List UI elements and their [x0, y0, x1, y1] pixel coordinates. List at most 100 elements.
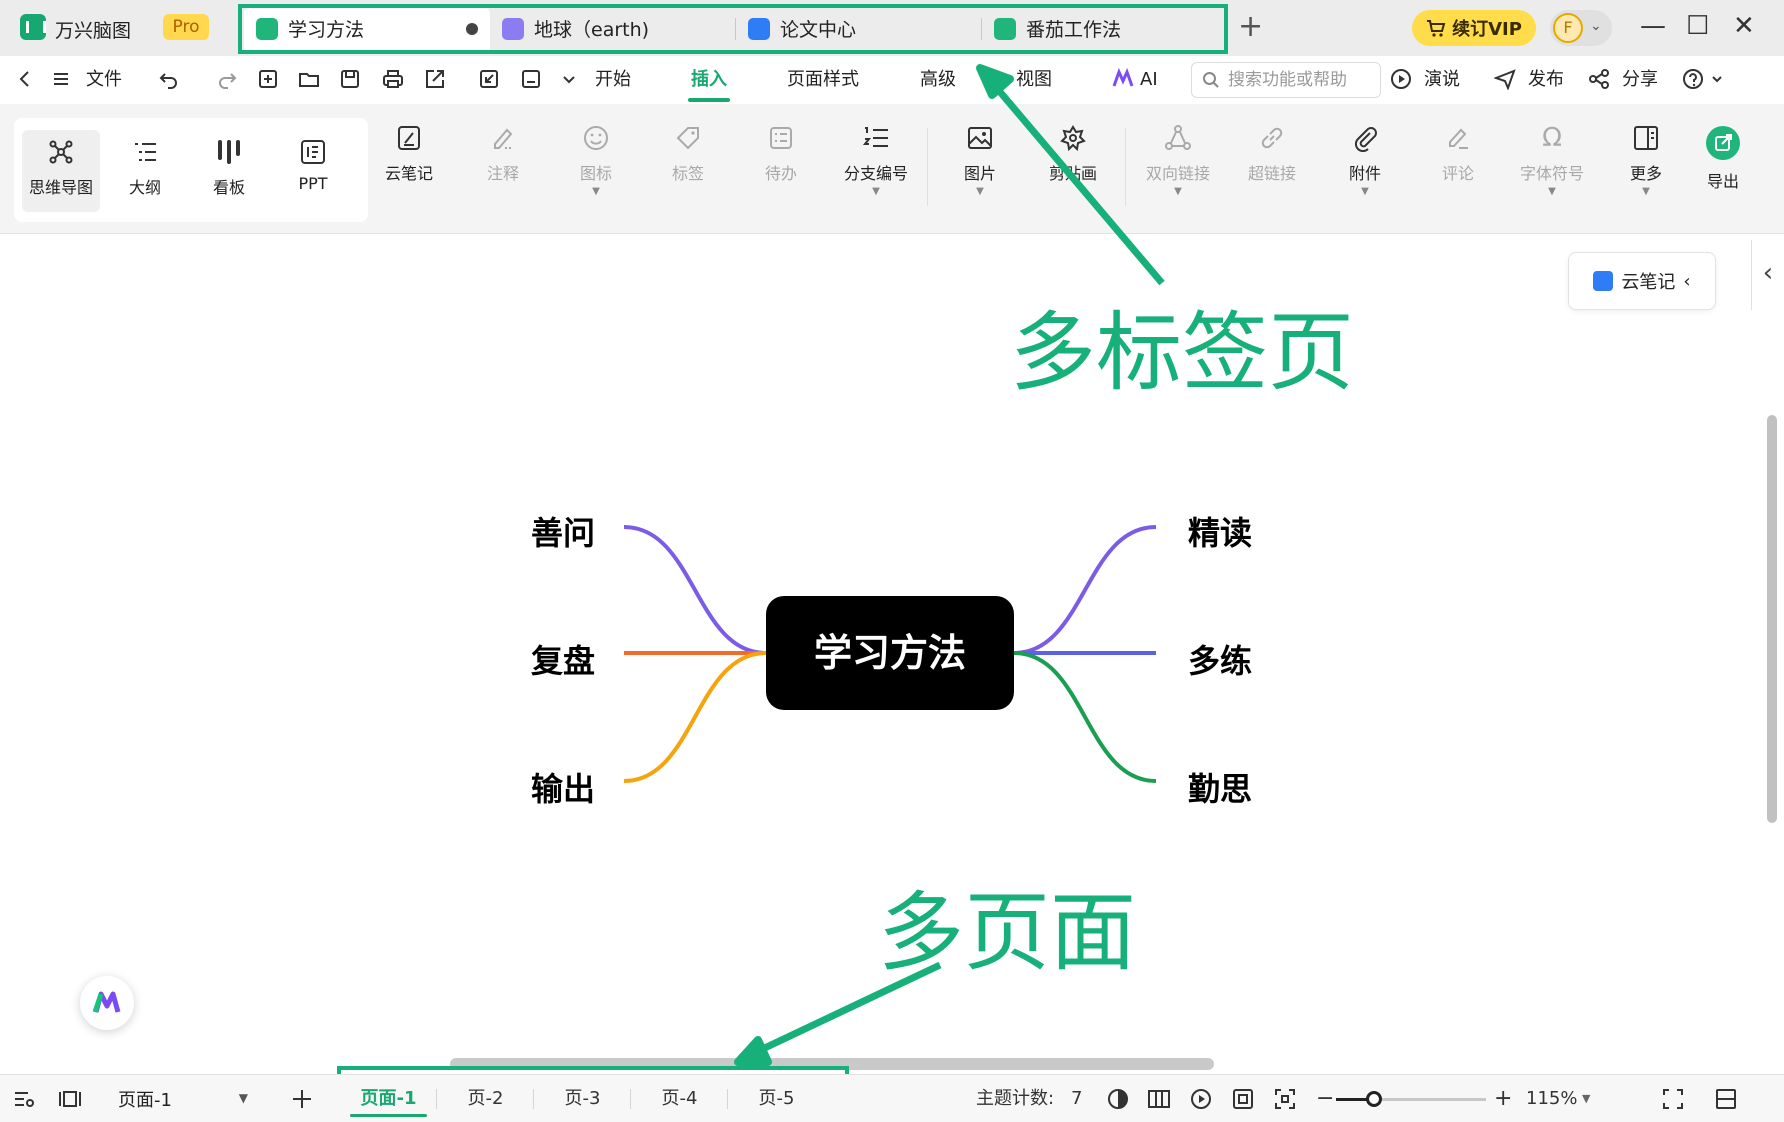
cloud-note-button[interactable]: 云笔记	[370, 124, 448, 184]
menu-icon[interactable]	[50, 68, 72, 90]
open-folder-icon[interactable]	[298, 68, 320, 90]
page-list-icon[interactable]	[12, 1087, 36, 1111]
ai-button[interactable]: AI	[1140, 56, 1158, 104]
play-circle-icon[interactable]	[1390, 68, 1412, 90]
pro-badge[interactable]: Pro	[163, 14, 209, 40]
renew-vip-button[interactable]: 续订VIP	[1412, 10, 1536, 46]
hyperlink-button[interactable]: 超链接	[1233, 124, 1311, 184]
zoom-slider-handle[interactable]	[1365, 1091, 1382, 1107]
doc-tab-2[interactable]: 地球（earth)	[490, 6, 736, 51]
ai-assistant-button[interactable]	[80, 976, 134, 1030]
redo-icon[interactable]	[216, 68, 238, 90]
theme-icon[interactable]	[1106, 1087, 1130, 1111]
chevron-down-icon[interactable]	[1706, 68, 1728, 90]
central-topic[interactable]: 学习方法	[766, 596, 1014, 710]
ai-logo-icon[interactable]	[1112, 67, 1134, 90]
zoom-in-icon[interactable]: +	[1494, 1075, 1512, 1122]
send-icon[interactable]	[1493, 68, 1516, 91]
back-icon[interactable]	[14, 68, 36, 90]
tab-advanced[interactable]: 高级	[920, 56, 956, 104]
subtopic-right-1[interactable]: 精读	[1188, 508, 1252, 554]
print-icon[interactable]	[382, 68, 404, 90]
close-icon[interactable]: ✕	[1733, 10, 1755, 42]
ai-logo-icon	[92, 991, 121, 1013]
subtopic-left-3[interactable]: 输出	[531, 764, 595, 810]
page-panel-icon[interactable]	[58, 1087, 82, 1111]
side-panel-toggle-icon[interactable]: ‹	[1751, 240, 1784, 310]
subtopic-right-3[interactable]: 勤思	[1188, 764, 1252, 810]
tag-button[interactable]: 标签	[649, 124, 727, 184]
share-icon[interactable]	[1588, 68, 1610, 90]
doc-tab-4[interactable]: 番茄工作法	[982, 6, 1228, 51]
more-chevron-icon[interactable]	[558, 68, 580, 90]
export-button[interactable]: 导出	[1684, 126, 1762, 192]
branch-numbering-button[interactable]: 分支编号 ▼	[836, 124, 916, 197]
comment-icon	[1444, 124, 1472, 152]
doc-tab-label: 地球（earth)	[534, 19, 650, 41]
image-button[interactable]: 图片 ▼	[941, 124, 1019, 197]
view-kanban-button[interactable]: 看板	[190, 130, 268, 212]
slideshow-icon[interactable]	[1189, 1087, 1213, 1111]
attachment-button[interactable]: 附件 ▼	[1326, 124, 1404, 197]
todo-button[interactable]: 待办	[742, 124, 820, 184]
new-tab-plus-icon[interactable]: +	[1238, 12, 1263, 42]
undo-icon[interactable]	[158, 68, 180, 90]
view-ppt-button[interactable]: PPT	[274, 130, 352, 212]
cloud-note-panel-button[interactable]: 云笔记 ‹	[1568, 252, 1716, 310]
search-input[interactable]	[1228, 70, 1378, 90]
maximize-icon[interactable]: ☐	[1686, 10, 1709, 42]
dropdown-caret-icon: ▼	[1548, 186, 1556, 197]
tab-page-style[interactable]: 页面样式	[787, 56, 859, 104]
add-page-icon[interactable]	[290, 1087, 314, 1111]
font-symbol-button[interactable]: Ω 字体符号 ▼	[1513, 124, 1591, 197]
publish-button[interactable]: 发布	[1528, 56, 1564, 104]
file-menu[interactable]: 文件	[86, 56, 122, 104]
emoji-button[interactable]: 图标 ▼	[557, 124, 635, 197]
minimize-icon[interactable]: —	[1640, 10, 1666, 42]
save-icon[interactable]	[339, 68, 361, 90]
zoom-level[interactable]: 115%	[1526, 1075, 1577, 1122]
fit-window-icon[interactable]	[1273, 1087, 1297, 1111]
zoom-slider[interactable]	[1336, 1091, 1486, 1107]
fit-page-icon[interactable]	[1231, 1087, 1255, 1111]
zoom-out-icon[interactable]: −	[1316, 1075, 1334, 1122]
comment-button[interactable]: 评论	[1419, 124, 1497, 184]
doc-tab-3[interactable]: 论文中心	[736, 6, 982, 51]
page-tab-3[interactable]: 页-3	[534, 1079, 631, 1119]
tab-view[interactable]: 视图	[1016, 56, 1052, 104]
subtopic-left-2[interactable]: 复盘	[531, 636, 595, 682]
horizontal-scrollbar[interactable]	[450, 1058, 1214, 1070]
book-view-icon[interactable]	[1147, 1087, 1171, 1111]
share-button[interactable]: 分享	[1622, 56, 1658, 104]
clipart-button[interactable]: 剪贴画	[1034, 124, 1112, 184]
page-tab-5[interactable]: 页-5	[728, 1079, 825, 1119]
save-as-icon[interactable]	[520, 68, 542, 90]
vertical-scrollbar[interactable]	[1767, 415, 1777, 823]
unsaved-dot-icon[interactable]	[466, 23, 478, 35]
page-tab-4[interactable]: 页-4	[631, 1079, 728, 1119]
view-outline-button[interactable]: 大纲	[106, 130, 184, 212]
help-icon[interactable]	[1682, 68, 1704, 90]
new-file-icon[interactable]	[257, 68, 279, 90]
more-button[interactable]: 更多 ▼	[1607, 124, 1685, 197]
user-avatar[interactable]: F ⌄	[1550, 10, 1612, 46]
tab-insert[interactable]: 插入	[691, 56, 727, 104]
subtopic-left-1[interactable]: 善问	[531, 508, 595, 554]
cloud-note-icon	[1593, 271, 1614, 291]
zoom-caret-icon[interactable]: ▼	[1582, 1075, 1590, 1122]
page-tab-1[interactable]: 页面-1	[340, 1079, 437, 1119]
view-mindmap-button[interactable]: 思维导图	[22, 130, 100, 212]
page-selector[interactable]: 页面-1 ▼	[108, 1081, 256, 1117]
search-box[interactable]	[1191, 62, 1381, 98]
page-tab-2[interactable]: 页-2	[437, 1079, 534, 1119]
bidirectional-link-button[interactable]: 双向链接 ▼	[1139, 124, 1217, 197]
export-menu-icon[interactable]	[424, 68, 446, 90]
present-button[interactable]: 演说	[1424, 56, 1460, 104]
subtopic-right-2[interactable]: 多练	[1188, 636, 1252, 682]
tab-start[interactable]: 开始	[595, 56, 631, 104]
fullscreen-icon[interactable]	[1661, 1087, 1685, 1111]
collapse-panel-icon[interactable]	[1714, 1087, 1738, 1111]
annotation-button[interactable]: 注释	[464, 124, 542, 184]
doc-tab-1[interactable]: 学习方法	[244, 6, 490, 51]
import-icon[interactable]	[478, 68, 500, 90]
